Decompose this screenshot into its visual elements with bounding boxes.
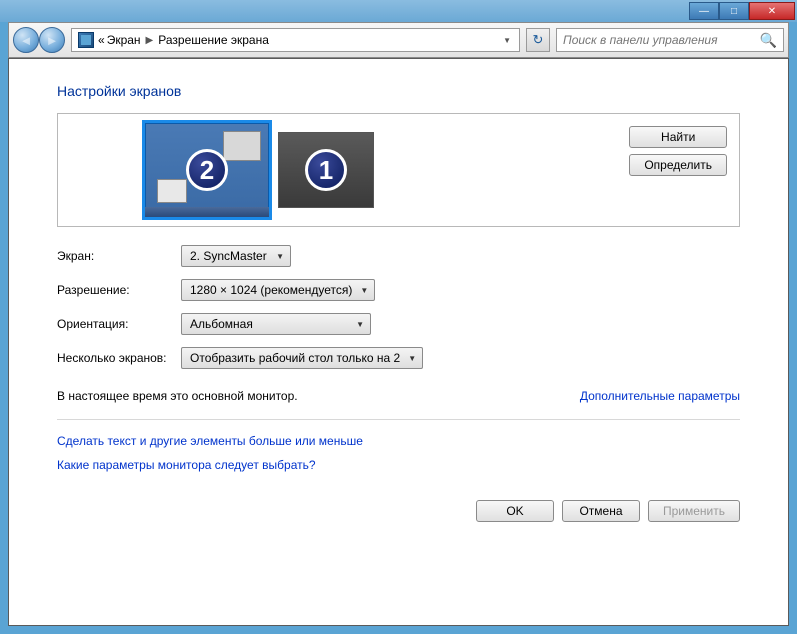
status-row: В настоящее время это основной монитор. … xyxy=(57,389,740,420)
monitor-preview[interactable]: 2 1 xyxy=(142,120,374,220)
action-buttons: OK Отмена Применить xyxy=(57,500,740,522)
display-dropdown-value: 2. SyncMaster xyxy=(190,249,267,263)
search-field[interactable]: 🔍 xyxy=(556,28,784,52)
back-button[interactable]: ◄ xyxy=(13,27,39,53)
chevron-down-icon: ▼ xyxy=(356,320,364,329)
monitor-1-number: 1 xyxy=(305,149,347,191)
breadcrumb-item-display[interactable]: Экран xyxy=(107,33,141,47)
content-pane: Настройки экранов 2 1 Найти Определить Э… xyxy=(8,58,789,626)
orientation-label: Ориентация: xyxy=(57,317,181,331)
breadcrumb-item-resolution[interactable]: Разрешение экрана xyxy=(158,33,269,47)
address-dropdown-icon[interactable]: ▼ xyxy=(497,36,517,45)
resolution-dropdown[interactable]: 1280 × 1024 (рекомендуется) ▼ xyxy=(181,279,375,301)
multiple-displays-label: Несколько экранов: xyxy=(57,351,181,365)
refresh-button[interactable]: ↻ xyxy=(526,28,550,52)
monitor-2-window-decor-icon xyxy=(157,179,187,203)
display-dropdown[interactable]: 2. SyncMaster ▼ xyxy=(181,245,291,267)
display-label: Экран: xyxy=(57,249,181,263)
multiple-displays-dropdown-value: Отобразить рабочий стол только на 2 xyxy=(190,351,400,365)
primary-monitor-status: В настоящее время это основной монитор. xyxy=(57,389,298,403)
chevron-right-icon: ▶ xyxy=(143,35,157,46)
text-size-link[interactable]: Сделать текст и другие элементы больше и… xyxy=(57,434,740,448)
resolution-label: Разрешение: xyxy=(57,283,181,297)
which-settings-link[interactable]: Какие параметры монитора следует выбрать… xyxy=(57,458,740,472)
resolution-dropdown-value: 1280 × 1024 (рекомендуется) xyxy=(190,283,352,297)
page-title: Настройки экранов xyxy=(57,83,740,99)
monitor-2-number: 2 xyxy=(186,149,228,191)
address-bar[interactable]: « Экран ▶ Разрешение экрана ▼ xyxy=(71,28,520,52)
monitor-1[interactable]: 1 xyxy=(278,132,374,208)
minimize-button[interactable]: — xyxy=(689,2,719,20)
orientation-dropdown-value: Альбомная xyxy=(190,317,253,331)
breadcrumb: « Экран ▶ Разрешение экрана xyxy=(98,33,269,47)
detect-button[interactable]: Определить xyxy=(629,154,727,176)
cancel-button[interactable]: Отмена xyxy=(562,500,640,522)
forward-button[interactable]: ► xyxy=(39,27,65,53)
row-display: Экран: 2. SyncMaster ▼ xyxy=(57,245,740,267)
search-input[interactable] xyxy=(563,33,760,47)
settings-form: Экран: 2. SyncMaster ▼ Разрешение: 1280 … xyxy=(57,245,740,369)
monitor-2-window-decor-icon xyxy=(223,131,261,161)
breadcrumb-back[interactable]: « xyxy=(98,33,105,47)
chevron-down-icon: ▼ xyxy=(360,286,368,295)
row-multiple-displays: Несколько экранов: Отобразить рабочий ст… xyxy=(57,347,740,369)
orientation-dropdown[interactable]: Альбомная ▼ xyxy=(181,313,371,335)
close-button[interactable]: ✕ xyxy=(749,2,795,20)
maximize-button[interactable]: □ xyxy=(719,2,749,20)
window-titlebar: — □ ✕ xyxy=(0,0,797,22)
monitor-side-buttons: Найти Определить xyxy=(629,126,727,176)
monitor-2[interactable]: 2 xyxy=(142,120,272,220)
help-links: Сделать текст и другие элементы больше и… xyxy=(57,434,740,472)
monitor-arrangement-box: 2 1 Найти Определить xyxy=(57,113,740,227)
nav-arrows: ◄ ► xyxy=(13,27,65,53)
find-button[interactable]: Найти xyxy=(629,126,727,148)
row-orientation: Ориентация: Альбомная ▼ xyxy=(57,313,740,335)
window-controls: — □ ✕ xyxy=(689,2,795,20)
ok-button[interactable]: OK xyxy=(476,500,554,522)
advanced-settings-link[interactable]: Дополнительные параметры xyxy=(580,389,740,403)
control-panel-icon xyxy=(78,32,94,48)
apply-button[interactable]: Применить xyxy=(648,500,740,522)
chevron-down-icon: ▼ xyxy=(408,354,416,363)
multiple-displays-dropdown[interactable]: Отобразить рабочий стол только на 2 ▼ xyxy=(181,347,423,369)
search-icon[interactable]: 🔍 xyxy=(760,32,777,49)
monitor-2-taskbar-icon xyxy=(145,207,269,217)
chevron-down-icon: ▼ xyxy=(276,252,284,261)
row-resolution: Разрешение: 1280 × 1024 (рекомендуется) … xyxy=(57,279,740,301)
navigation-bar: ◄ ► « Экран ▶ Разрешение экрана ▼ ↻ 🔍 xyxy=(8,22,789,58)
